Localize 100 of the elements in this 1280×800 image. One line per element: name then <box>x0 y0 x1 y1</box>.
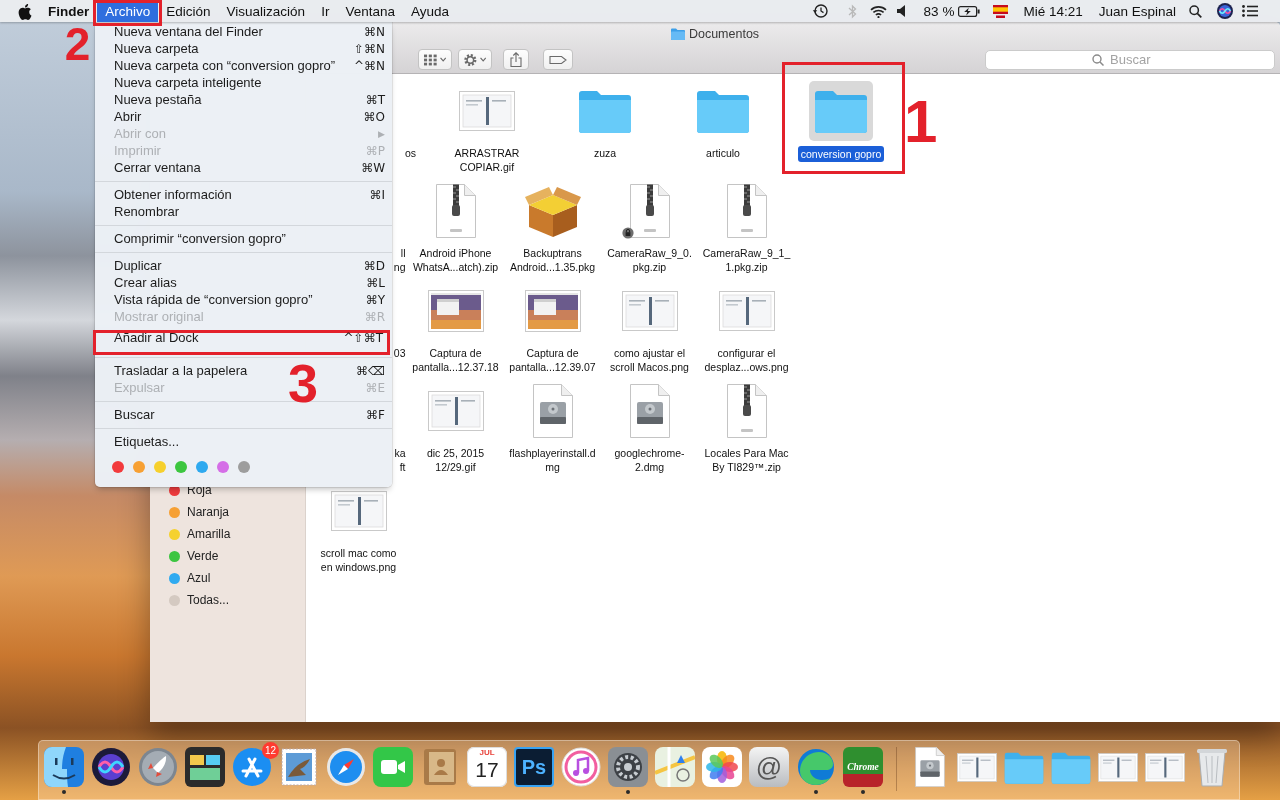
menu-item[interactable]: Abrir ⌘O <box>95 108 392 125</box>
package-box-icon[interactable] <box>524 185 581 237</box>
file-name[interactable]: articulo <box>706 146 740 160</box>
file-name[interactable]: CameraRaw_9_1_1.pkg.zip <box>701 246 792 274</box>
calendar-icon[interactable]: JUL 17 <box>467 747 507 787</box>
image-thumbnail-icon[interactable] <box>1098 752 1138 782</box>
eagle-stamp-icon[interactable] <box>279 747 319 787</box>
desktop-thumbnail-icon[interactable] <box>524 290 581 332</box>
music-note-icon[interactable] <box>561 747 601 787</box>
flag-icon[interactable] <box>993 4 1009 18</box>
file-name[interactable]: os <box>404 146 416 160</box>
file-name[interactable]: googlechrome-2.dmg <box>604 446 695 474</box>
zip-file-icon[interactable] <box>726 384 767 438</box>
disk-image-icon[interactable] <box>629 384 670 438</box>
chrome-tile-icon[interactable]: Chrome <box>843 747 883 787</box>
disk-image-icon[interactable] <box>915 747 945 787</box>
tag-dot-icon[interactable] <box>217 461 229 473</box>
tag-dot-icon[interactable] <box>196 461 208 473</box>
image-thumbnail-icon[interactable] <box>621 291 678 331</box>
tag-button[interactable] <box>543 49 573 70</box>
smiley-face-icon[interactable] <box>44 747 84 787</box>
file-name[interactable]: conversion gopro <box>797 146 885 162</box>
menu-item[interactable]: Añadir al Dock ^⇧⌘T <box>104 330 383 345</box>
menu-item[interactable]: Nueva ventana del Finder ⌘N <box>95 23 392 40</box>
file-name[interactable]: ka ft <box>394 446 406 474</box>
menu-title[interactable]: Visualización <box>218 0 314 22</box>
sidebar-item[interactable]: Verde <box>150 545 305 567</box>
gear-icon[interactable] <box>608 747 648 787</box>
view-mode-button[interactable] <box>418 49 452 70</box>
menu-item[interactable]: Nueva carpeta inteligente <box>95 74 392 91</box>
image-thumbnail-icon[interactable] <box>459 91 515 131</box>
orb-icon[interactable] <box>1217 3 1233 19</box>
menu-item[interactable]: Nueva carpeta con “conversion gopro” ^⌘N <box>95 57 392 74</box>
tag-dot-icon[interactable] <box>238 461 250 473</box>
list-icon[interactable] <box>1242 5 1258 17</box>
file-name[interactable]: Backuptrans Android...1.35.pkg <box>507 246 598 274</box>
search-field[interactable]: Buscar <box>985 49 1275 70</box>
sidebar-item[interactable]: Azul <box>150 567 305 589</box>
zip-file-icon[interactable] <box>435 184 476 238</box>
ps-tile-icon[interactable]: Ps <box>514 747 554 787</box>
menu-title[interactable]: Ventana <box>337 0 403 22</box>
history-clock-icon[interactable] <box>811 3 828 19</box>
battery-icon[interactable] <box>958 5 981 17</box>
zip-file-icon[interactable] <box>629 184 670 238</box>
sidebar-item[interactable]: Naranja <box>150 501 305 523</box>
sidebar-item[interactable]: Todas... <box>150 589 305 611</box>
file-name[interactable]: 03 <box>393 346 406 360</box>
compass-icon[interactable] <box>326 747 366 787</box>
image-thumbnail-icon[interactable] <box>427 391 484 431</box>
file-name[interactable]: como ajustar el scroll Macos.png <box>604 346 695 374</box>
menu-item[interactable]: Renombrar <box>95 203 392 220</box>
file-name[interactable]: scroll mac como en windows.png <box>313 546 404 574</box>
at-sign-icon[interactable]: @ <box>749 747 789 787</box>
tag-dot-icon[interactable] <box>133 461 145 473</box>
tag-dot-icon[interactable] <box>175 461 187 473</box>
flower-icon[interactable] <box>702 747 742 787</box>
file-name[interactable]: flashplayerinstall.dmg <box>507 446 598 474</box>
orb-icon[interactable] <box>91 747 131 787</box>
image-thumbnail-icon[interactable] <box>330 491 387 531</box>
image-thumbnail-icon[interactable] <box>718 291 775 331</box>
menu-item[interactable]: Cerrar ventana ⌘W <box>95 159 392 176</box>
user-name[interactable]: Juan Espinal <box>1098 3 1176 19</box>
windows-grid-icon[interactable] <box>185 747 225 787</box>
zip-file-icon[interactable] <box>726 184 767 238</box>
file-name[interactable]: dic 25, 2015 12/29.gif <box>410 446 501 474</box>
search-icon[interactable] <box>1189 4 1202 18</box>
image-thumbnail-icon[interactable] <box>1145 752 1185 782</box>
file-name[interactable]: zuza <box>593 146 617 160</box>
menu-title[interactable]: Finder <box>40 0 98 22</box>
rocket-icon[interactable] <box>138 747 178 787</box>
menu-item[interactable]: Nueva pestaña ⌘T <box>95 91 392 108</box>
image-thumbnail-icon[interactable] <box>957 752 997 782</box>
action-menu-button[interactable] <box>458 49 492 70</box>
menu-item[interactable]: Vista rápida de “conversion gopro” ⌘Y <box>95 291 392 308</box>
file-name[interactable]: Locales Para Mac By TI829™.zip <box>701 446 792 474</box>
menu-title[interactable]: Ir <box>313 0 338 22</box>
desktop-thumbnail-icon[interactable] <box>427 290 484 332</box>
menu-item[interactable]: Comprimir “conversion gopro” <box>95 230 392 247</box>
volume-icon[interactable] <box>896 5 905 17</box>
share-button[interactable] <box>503 49 529 70</box>
apple-icon[interactable] <box>18 2 32 20</box>
wifi-icon[interactable] <box>869 4 887 18</box>
file-name[interactable]: Android iPhone WhatsA...atch).zip <box>410 246 501 274</box>
menu-title[interactable]: Edición <box>158 0 219 22</box>
file-name[interactable]: configurar el desplaz...ows.png <box>701 346 792 374</box>
menu-item[interactable]: Etiquetas... <box>95 433 392 450</box>
disk-image-icon[interactable] <box>532 384 573 438</box>
menu-item[interactable]: Nueva carpeta ⇧⌘N <box>95 40 392 57</box>
menu-item[interactable]: Obtener información ⌘I <box>95 186 392 203</box>
menu-item[interactable]: Duplicar ⌘D <box>95 257 392 274</box>
tag-dot-icon[interactable] <box>154 461 166 473</box>
file-name[interactable]: ll ng <box>393 246 406 274</box>
sidebar-item[interactable]: Amarilla <box>150 523 305 545</box>
menu-item[interactable]: Crear alias ⌘L <box>95 274 392 291</box>
file-name[interactable]: Captura de pantalla...12.37.18 <box>410 346 501 374</box>
clock-text[interactable]: Mié 14:21 <box>1023 3 1083 19</box>
menu-title[interactable]: Ayuda <box>402 0 457 22</box>
file-name[interactable]: ARRASTRAR COPIAR.gif <box>442 146 532 174</box>
tag-dot-icon[interactable] <box>112 461 124 473</box>
file-name[interactable]: CameraRaw_9_0.pkg.zip <box>604 246 695 274</box>
